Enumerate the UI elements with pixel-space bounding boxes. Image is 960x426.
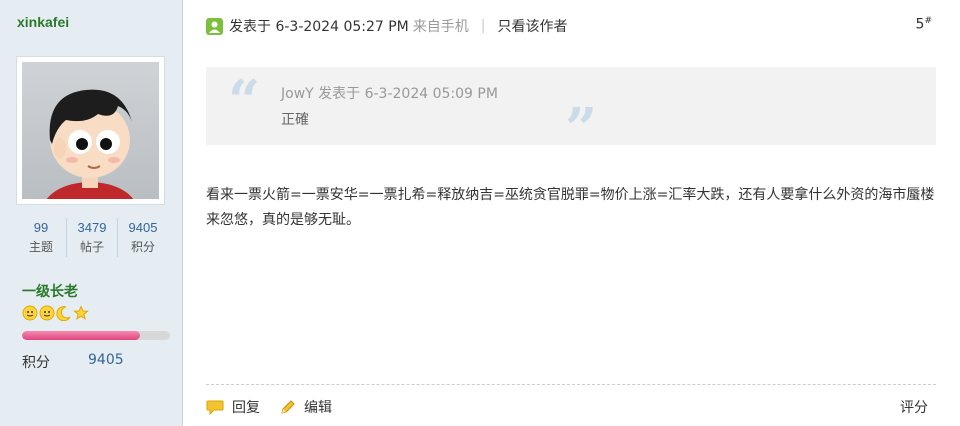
star-icon	[73, 305, 89, 320]
credit-row: 积分 9405	[22, 352, 124, 372]
quote-open-icon: “	[228, 68, 261, 134]
stat-posts[interactable]: 3479 帖子	[67, 218, 118, 257]
user-stats: 99 主题 3479 帖子 9405 积分	[16, 218, 168, 257]
quote-close-icon: ”	[565, 96, 598, 162]
stat-threads[interactable]: 99 主题	[16, 218, 67, 257]
moon-icon	[56, 306, 71, 321]
credit-label: 积分	[22, 355, 50, 371]
level-progress-fill	[22, 331, 141, 340]
post-timestamp: 发表于 6-3-2024 05:27 PM	[229, 19, 409, 35]
credit-value: 9405	[88, 352, 124, 368]
stat-value: 3479	[77, 220, 107, 235]
post-source: 来自手机	[412, 19, 469, 35]
avatar-image	[22, 62, 159, 199]
meta-separator: |	[480, 18, 486, 34]
post-footer: 回复 编辑 评分	[206, 384, 936, 426]
level-progress-bar	[22, 331, 170, 340]
floor-number[interactable]: 5#	[916, 16, 932, 33]
username-link[interactable]: xinkafei	[17, 14, 69, 30]
reply-icon	[206, 400, 224, 415]
quote-block: “ JowY 发表于 6-3-2024 05:09 PM 正確 ”	[206, 67, 936, 157]
reply-button[interactable]: 回复	[206, 397, 260, 417]
stat-label: 主题	[28, 240, 53, 254]
reply-label: 回复	[232, 400, 260, 416]
edit-label: 编辑	[304, 400, 332, 416]
edit-button[interactable]: 编辑	[280, 397, 332, 417]
user-sidebar: xinkafei 99 主题 3479 帖子 9405 积分 一级长老 积分 9…	[0, 0, 183, 426]
rank-stars	[22, 305, 89, 321]
footer-actions: 回复 编辑	[206, 397, 352, 417]
pencil-icon	[281, 400, 295, 414]
stat-value: 9405	[128, 220, 158, 235]
post-meta: 发表于 6-3-2024 05:27 PM 来自手机 | 只看该作者	[206, 16, 567, 36]
avatar[interactable]	[16, 56, 165, 205]
quote-author: JowY 发表于 6-3-2024 05:09 PM	[281, 86, 498, 102]
stat-label: 帖子	[79, 240, 104, 254]
quote-text: 正確	[281, 112, 309, 128]
online-status-icon	[206, 17, 223, 35]
sun-icon	[22, 305, 38, 321]
floor-mark: #	[924, 16, 932, 26]
user-rank[interactable]: 一级长老	[22, 281, 78, 301]
stat-value: 99	[33, 220, 49, 235]
rate-button[interactable]: 评分	[900, 397, 928, 417]
post-body: 看来一票火箭=一票安华=一票扎希=释放纳吉=巫统贪官脱罪=物价上涨=汇率大跌，还…	[206, 187, 935, 228]
sun-icon	[39, 305, 55, 321]
stat-label: 积分	[130, 240, 155, 254]
cartoon-avatar-icon	[46, 89, 134, 199]
stat-credits[interactable]: 9405 积分	[118, 218, 168, 257]
only-author-link[interactable]: 只看该作者	[497, 16, 567, 36]
post-content: 发表于 6-3-2024 05:27 PM 来自手机 | 只看该作者 5# “ …	[184, 0, 960, 426]
